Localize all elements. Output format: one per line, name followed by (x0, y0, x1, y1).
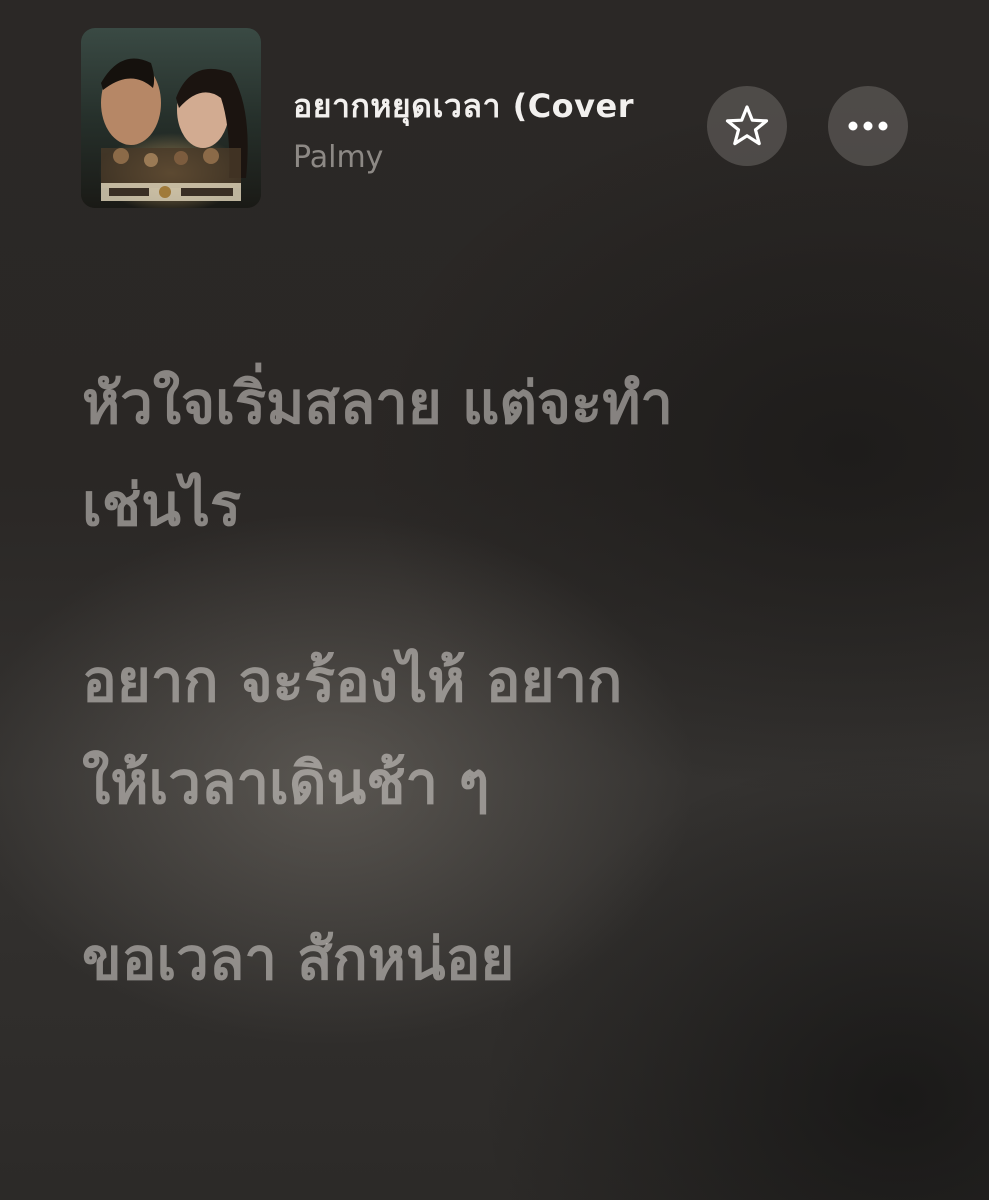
lyrics-view[interactable]: หัวใจเริ่มสลาย แต่จะทำ เช่นไร อยาก จะร้อ… (82, 352, 962, 1084)
lyric-block[interactable]: อยาก จะร้องไห้ อยาก ให้เวลาเดินช้า ๆ (82, 630, 962, 834)
lyric-line[interactable]: ให้เวลาเดินช้า ๆ (82, 732, 962, 834)
now-playing-header: อยากหยุดเวลา (Cover Palmy (0, 0, 989, 230)
artist-name[interactable]: Palmy (293, 138, 383, 178)
album-artwork[interactable] (81, 28, 261, 208)
favorite-button[interactable] (707, 86, 787, 166)
album-artwork-image (81, 28, 261, 208)
lyric-line[interactable]: ขอเวลา สักหน่อย (82, 908, 962, 1010)
lyric-block[interactable]: ขอเวลา สักหน่อย (82, 908, 962, 1010)
more-options-button[interactable] (828, 86, 908, 166)
lyric-block[interactable]: หัวใจเริ่มสลาย แต่จะทำ เช่นไร (82, 352, 962, 556)
lyric-line[interactable]: เช่นไร (82, 454, 962, 556)
song-title: อยากหยุดเวลา (Cover (293, 87, 634, 125)
star-icon (725, 105, 769, 146)
song-title-container[interactable]: อยากหยุดเวลา (Cover (293, 84, 691, 128)
lyric-line[interactable]: หัวใจเริ่มสลาย แต่จะทำ (82, 352, 962, 454)
ellipsis-icon (848, 121, 888, 131)
lyric-line[interactable]: อยาก จะร้องไห้ อยาก (82, 630, 962, 732)
